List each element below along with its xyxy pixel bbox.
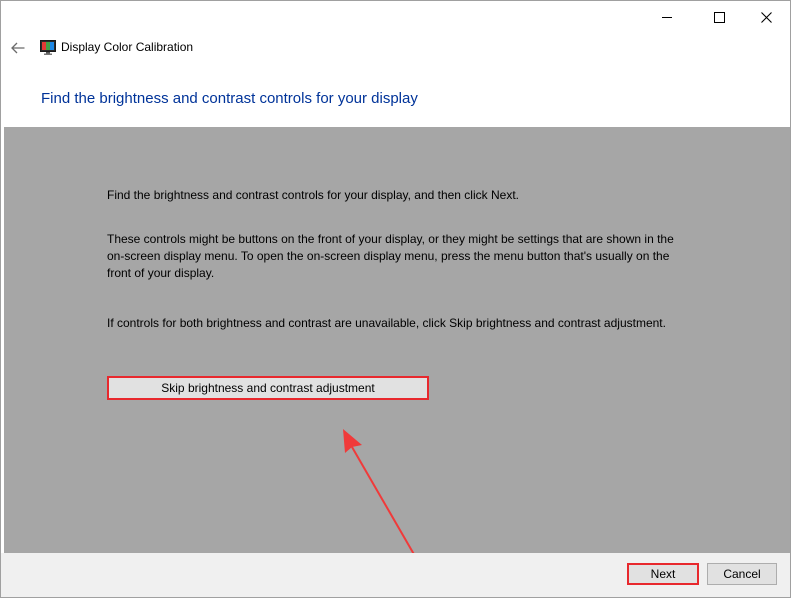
button-bar: Next Cancel — [1, 553, 790, 597]
window-title: Display Color Calibration — [61, 40, 194, 54]
title-bar — [1, 1, 790, 33]
cancel-button[interactable]: Cancel — [707, 563, 777, 585]
minimize-icon — [662, 16, 672, 18]
navigation-row: Display Color Calibration — [1, 33, 790, 63]
instruction-paragraph-2: These controls might be buttons on the f… — [107, 232, 674, 280]
calibration-window: Display Color Calibration Find the brigh… — [0, 0, 791, 598]
skip-adjustment-button[interactable]: Skip brightness and contrast adjustment — [107, 376, 429, 400]
next-button[interactable]: Next — [627, 563, 699, 585]
close-icon — [760, 11, 772, 23]
maximize-icon — [713, 11, 725, 23]
back-arrow-icon — [11, 42, 25, 54]
page-heading: Find the brightness and contrast control… — [41, 90, 418, 107]
minimize-button[interactable] — [644, 1, 690, 33]
close-button[interactable] — [743, 1, 789, 33]
maximize-button[interactable] — [696, 1, 742, 33]
content-panel: Find the brightness and contrast control… — [4, 127, 790, 553]
back-button[interactable] — [7, 37, 29, 59]
instruction-paragraph-1: Find the brightness and contrast control… — [107, 188, 519, 202]
display-calibration-icon — [40, 40, 56, 55]
instruction-paragraph-3: If controls for both brightness and cont… — [107, 316, 666, 330]
